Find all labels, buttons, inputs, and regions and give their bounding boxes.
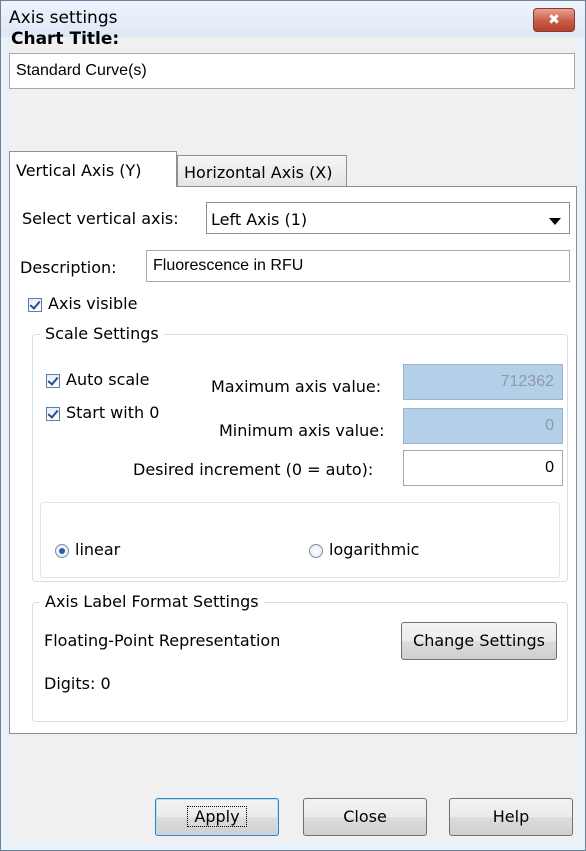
vertical-axis-select[interactable]: Left Axis (1) [206, 202, 570, 234]
min-axis-value-input [403, 408, 563, 444]
desired-increment-label: Desired increment (0 = auto): [133, 460, 374, 479]
axis-label-format-group: Axis Label Format Settings Floating-Poin… [32, 592, 568, 722]
select-vertical-axis-label: Select vertical axis: [22, 209, 179, 228]
help-button[interactable]: Help [449, 798, 573, 836]
chart-title-input[interactable] [9, 53, 575, 89]
description-input[interactable] [146, 250, 570, 282]
apply-button[interactable]: Apply [155, 798, 279, 836]
close-button[interactable]: Close [303, 798, 427, 836]
checkmark-icon [47, 374, 59, 386]
tab-horizontal-axis[interactable]: Horizontal Axis (X) [177, 155, 347, 187]
axis-settings-dialog: Axis settings ✖ Chart Title: Vertical Ax… [0, 0, 586, 851]
radio-selected-dot [59, 548, 65, 554]
axis-visible-label: Axis visible [48, 294, 138, 313]
auto-scale-checkbox[interactable] [46, 374, 60, 388]
logarithmic-radio[interactable] [309, 544, 323, 558]
start-with-zero-checkbox[interactable] [46, 407, 60, 421]
window-title: Axis settings [9, 8, 118, 28]
chart-title-label: Chart Title: [11, 29, 120, 49]
representation-text: Floating-Point Representation [44, 631, 281, 650]
max-axis-value-label: Maximum axis value: [211, 377, 382, 396]
auto-scale-label: Auto scale [66, 370, 150, 389]
logarithmic-label: logarithmic [329, 540, 420, 559]
max-axis-value-input [403, 364, 563, 400]
start-with-zero-label: Start with 0 [66, 403, 160, 422]
axis-visible-checkbox[interactable] [28, 298, 42, 312]
axis-label-format-title: Axis Label Format Settings [40, 592, 264, 611]
digits-text: Digits: 0 [44, 674, 111, 693]
linear-radio[interactable] [55, 544, 69, 558]
chevron-down-icon [549, 218, 561, 225]
checkmark-icon [29, 298, 41, 310]
vertical-axis-panel: Select vertical axis: Left Axis (1) Desc… [9, 186, 577, 734]
scale-settings-title: Scale Settings [40, 324, 164, 343]
dialog-body: Chart Title: Vertical Axis (Y) Horizonta… [9, 29, 577, 842]
description-label: Description: [20, 258, 117, 277]
tab-vertical-axis[interactable]: Vertical Axis (Y) [9, 151, 177, 187]
vertical-axis-selected: Left Axis (1) [211, 210, 308, 229]
min-axis-value-label: Minimum axis value: [219, 421, 385, 440]
close-icon: ✖ [548, 12, 560, 28]
linear-label: linear [75, 540, 121, 559]
scale-type-group: linear logarithmic [40, 502, 560, 578]
scale-settings-group: Scale Settings Auto scale Start with 0 M… [32, 324, 568, 582]
desired-increment-input[interactable] [403, 450, 563, 486]
change-settings-button[interactable]: Change Settings [401, 622, 557, 660]
checkmark-icon [47, 407, 59, 419]
close-window-button[interactable]: ✖ [533, 8, 575, 32]
